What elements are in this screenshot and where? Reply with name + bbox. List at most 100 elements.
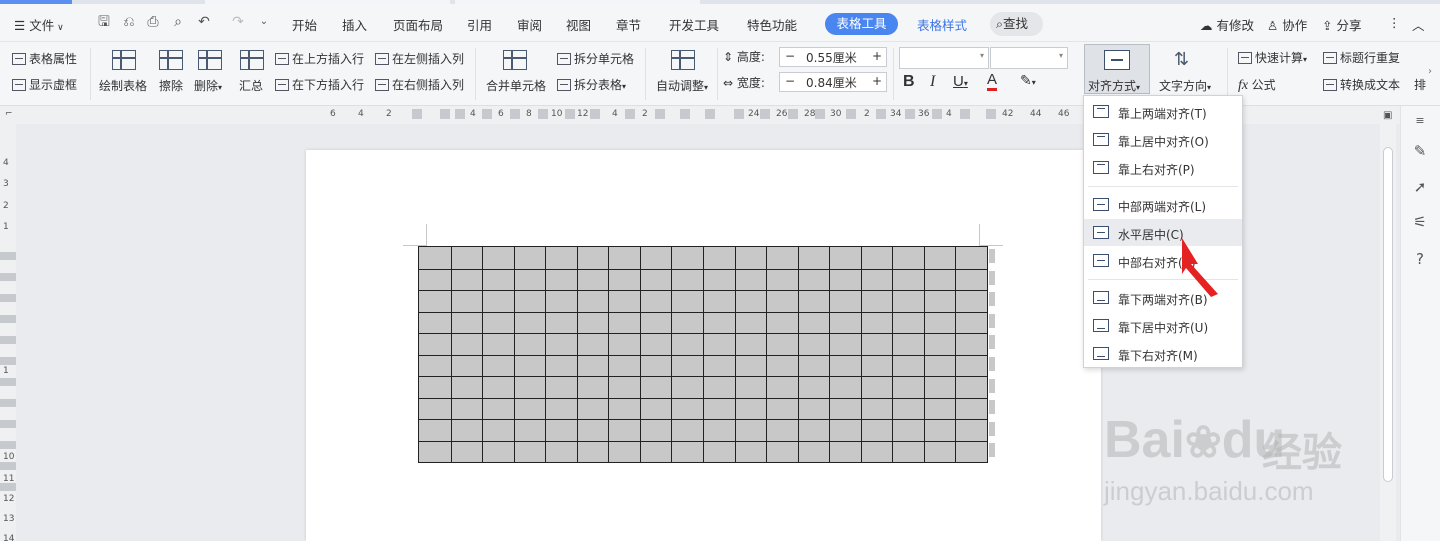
height-label: ⇕ 高度: [723,50,765,64]
show-gridlines-button[interactable]: 显示虚框 [12,76,77,93]
scrollbar-thumb[interactable] [1383,147,1393,482]
width-increase-button[interactable]: + [872,74,882,88]
collaborate-button[interactable]: ♙ 协作 [1267,15,1307,34]
align-option-label: 中部两端对齐(L) [1118,200,1207,214]
format-painter-icon[interactable]: ⎌ [121,14,137,30]
customize-icon[interactable]: ⌄ [256,14,272,30]
document-table[interactable] [418,246,988,463]
file-menu[interactable]: ☰ 文件 ∨ [14,15,64,34]
width-decrease-button[interactable]: − [785,74,795,88]
redo-icon[interactable]: ↷ [230,14,246,30]
table-properties-button[interactable]: 表格属性 [12,50,77,67]
vruler-row-marker [0,357,16,365]
ruler-tick: 12 [577,109,589,119]
undo-icon[interactable]: ↶ [196,14,212,30]
italic-button[interactable]: I [930,73,935,91]
merge-cells-button[interactable]: 合并单元格 [486,77,546,94]
print-icon[interactable]: ⎙ [145,14,161,30]
font-name-combo[interactable]: ▾ [899,47,989,69]
tab-table-style[interactable]: 表格样式 [917,15,967,34]
print-preview-icon[interactable]: ⌕ [170,14,186,30]
draw-table-button[interactable]: 绘制表格 [99,77,147,94]
width-spinner[interactable]: − 0.84厘米 + [779,72,887,92]
tab-developer[interactable]: 开发工具 [669,15,719,34]
ruler-tick: 4 [612,109,618,119]
height-decrease-button[interactable]: − [785,49,795,63]
underline-button[interactable]: U▾ [953,73,968,90]
vruler-row-marker [0,336,16,344]
collapse-ribbon-icon[interactable]: ︿ [1412,15,1425,34]
split-view-icon[interactable]: ▣ [1383,110,1392,121]
vertical-ruler[interactable]: 4 3 2 1 1 10 11 12 13 14 [0,124,16,541]
tab-view[interactable]: 视图 [566,15,591,34]
height-value[interactable]: 0.55厘米 [806,49,857,66]
tab-chapter[interactable]: 章节 [616,15,641,34]
erase-button[interactable]: 擦除 [159,77,183,94]
repeat-header-button[interactable]: 标题行重复 [1323,49,1400,66]
settings-sliders-icon[interactable]: ⚟ [1411,213,1429,231]
height-increase-button[interactable]: + [872,49,882,63]
auto-fit-icon [671,50,695,70]
ruler-tick: 2 [864,109,870,119]
formula-button[interactable]: fx 公式 [1238,76,1276,94]
edit-pen-icon[interactable]: ✎ [1411,142,1429,160]
font-color-button[interactable]: A [987,72,998,91]
highlight-button[interactable]: ✎▾ [1020,73,1036,89]
tab-references[interactable]: 引用 [467,15,492,34]
align-option-3[interactable]: 靠上右对齐(P) [1084,154,1242,181]
insert-row-below-button[interactable]: 在下方插入行 [275,76,364,93]
ruler-indent-marker [815,109,825,119]
height-spinner[interactable]: − 0.55厘米 + [779,47,887,67]
insert-row-above-button[interactable]: 在上方插入行 [275,50,364,67]
save-icon[interactable]: 🖫 [96,14,112,30]
tab-start[interactable]: 开始 [292,15,317,34]
bold-button[interactable]: B [903,73,915,91]
align-option-8[interactable]: 靠下居中对齐(U) [1084,312,1242,339]
ruler-tick: 4 [470,109,476,119]
width-value[interactable]: 0.84厘米 [806,74,857,91]
tab-special[interactable]: 特色功能 [747,15,797,34]
vruler-row-marker [0,252,16,260]
text-direction-icon: ⇅ [1174,49,1190,70]
align-option-2[interactable]: 靠上居中对齐(O) [1084,126,1242,153]
split-cells-button[interactable]: 拆分单元格 [557,50,634,67]
auto-fit-button[interactable]: 自动调整▾ [656,77,708,94]
cell-align-icon [1093,254,1109,267]
text-direction-button[interactable]: 文字方向▾ [1159,77,1211,94]
watermark-cn: 经验 [1262,430,1342,476]
ruler-indent-marker [565,109,575,119]
ruler-indent-marker [590,109,600,119]
summary-button[interactable]: 汇总 [239,77,263,94]
row-end-marker [989,378,995,393]
align-option-1[interactable]: 靠上两端对齐(T) [1084,98,1242,125]
font-size-combo[interactable]: ▾ [990,47,1068,69]
width-icon: ⇔ [723,76,737,90]
insert-col-left-button[interactable]: 在左侧插入列 [375,50,464,67]
table-col-line [734,247,736,462]
convert-to-text-button[interactable]: 转换成文本 [1323,76,1400,93]
ruler-tick: 2 [386,109,392,119]
fx-icon: fx [1238,78,1252,93]
quick-calc-button[interactable]: 快速计算▾ [1238,49,1307,66]
panel-menu-icon[interactable]: ≡ [1411,112,1429,130]
insert-col-right-button[interactable]: 在右侧插入列 [375,76,464,93]
select-cursor-icon[interactable]: ➚ [1411,178,1429,196]
share-button[interactable]: ⇪ 分享 [1322,15,1361,34]
more-icon[interactable]: ⋮ [1388,15,1401,30]
tab-insert[interactable]: 插入 [342,15,367,34]
sort-button[interactable]: 排 [1414,76,1426,93]
search-button[interactable]: ⌕查找 [990,12,1043,36]
help-icon[interactable]: ? [1411,250,1429,268]
ribbon-scroll-right-icon[interactable]: › [1428,66,1432,77]
tab-table-tools[interactable]: 表格工具 [825,13,898,35]
split-table-button[interactable]: 拆分表格▾ [557,76,626,93]
delete-button[interactable]: 删除▾ [194,77,222,94]
align-button[interactable]: 对齐方式▾ [1084,44,1150,94]
align-option-9[interactable]: 靠下右对齐(M) [1084,340,1242,367]
tab-page-layout[interactable]: 页面布局 [393,15,443,34]
row-end-marker [989,292,995,307]
tab-review[interactable]: 审阅 [517,15,542,34]
vruler-row-marker [0,378,16,386]
changes-button[interactable]: ☁ 有修改 [1200,15,1254,34]
align-option-4[interactable]: 中部两端对齐(L) [1084,191,1242,218]
